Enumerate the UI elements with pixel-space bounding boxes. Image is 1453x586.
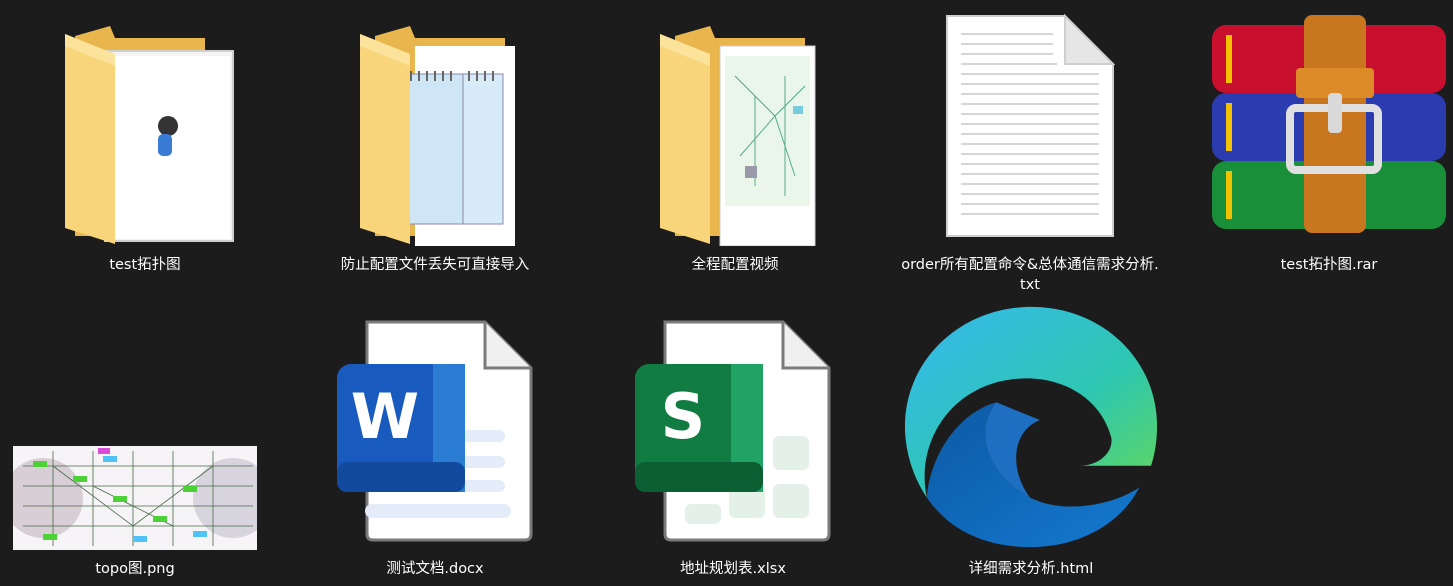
svg-text:S: S: [661, 380, 706, 453]
file-name-label: order所有配置命令&总体通信需求分析.txt: [901, 257, 1159, 293]
file-name-label: 防止配置文件丢失可直接导入: [340, 257, 530, 273]
edge-browser-icon: [901, 300, 1161, 552]
file-name-label: 地址规划表.xlsx: [680, 561, 786, 577]
folder-diagram-icon: [605, 8, 865, 246]
winrar-archive-icon: [1199, 8, 1453, 238]
folder-notepad-icon: [305, 8, 565, 246]
text-file-icon: [900, 8, 1160, 240]
image-thumbnail: [5, 300, 265, 550]
file-name-label: test拓扑图.rar: [1280, 257, 1378, 273]
file-name-label: topo图.png: [95, 561, 175, 577]
excel-spreadsheet-icon: S: [603, 316, 863, 542]
word-document-icon: W: [305, 316, 565, 542]
file-name-label: 测试文档.docx: [386, 561, 484, 577]
file-name-label: test拓扑图: [109, 257, 181, 273]
svg-text:W: W: [351, 380, 419, 453]
folder-image-icon: [15, 8, 275, 246]
file-name-label: 详细需求分析.html: [968, 561, 1094, 577]
file-name-label: 全程配置视频: [691, 257, 779, 273]
